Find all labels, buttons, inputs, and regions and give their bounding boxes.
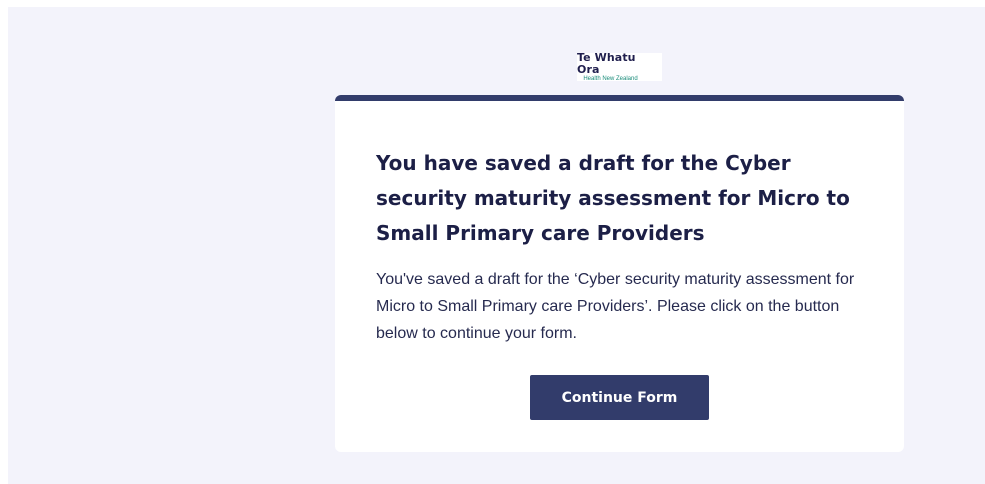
card-top-bar [335,95,904,101]
logo-subtitle: Health New Zealand [583,75,638,82]
continue-form-button[interactable]: Continue Form [530,375,709,420]
card-title: You have saved a draft for the Cyber sec… [376,151,850,245]
draft-saved-card: You have saved a draft for the Cyber sec… [335,95,904,452]
card-message: You've saved a draft for the ‘Cyber secu… [376,271,855,342]
te-whatu-ora-logo: Te Whatu Ora Health New Zealand [577,50,662,82]
logo-title: Te Whatu Ora [577,50,636,76]
